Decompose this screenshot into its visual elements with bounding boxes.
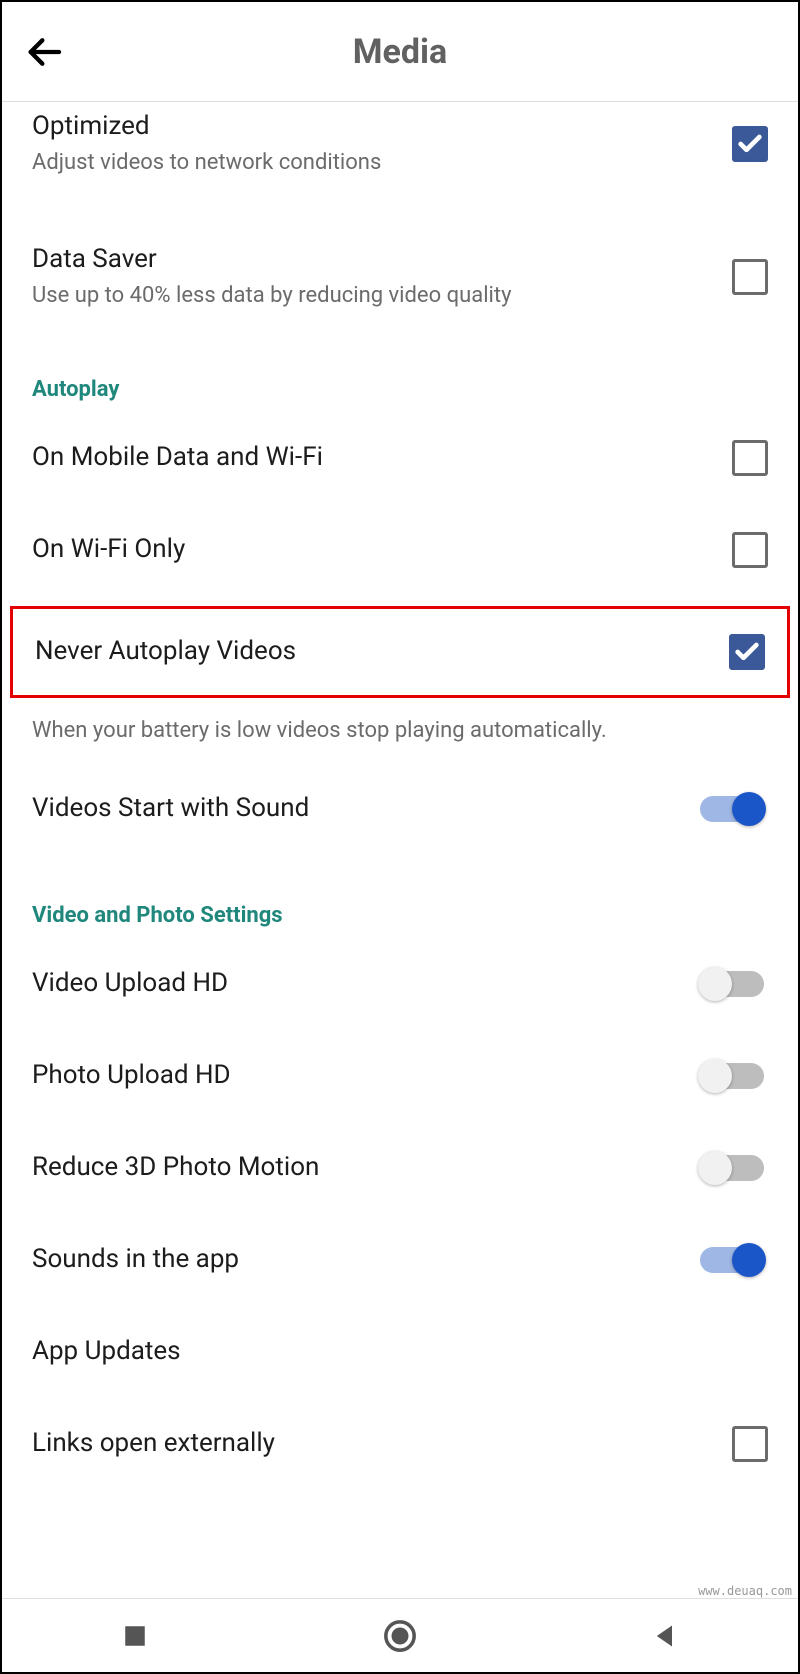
row-on-wifi-only[interactable]: On Wi-Fi Only	[2, 504, 798, 596]
checkbox-data-saver[interactable]	[732, 259, 768, 295]
row-subtitle: Adjust videos to network conditions	[32, 148, 712, 178]
row-title: Videos Start with Sound	[32, 792, 676, 826]
checkbox-never-autoplay[interactable]	[729, 634, 765, 670]
square-icon	[122, 1623, 148, 1649]
toggle-video-upload-hd[interactable]	[696, 965, 768, 1003]
row-subtitle: Use up to 40% less data by reducing vide…	[32, 281, 712, 311]
row-photo-upload-hd[interactable]: Photo Upload HD	[2, 1030, 798, 1122]
system-navbar	[2, 1598, 798, 1672]
circle-icon	[383, 1619, 417, 1653]
row-title: App Updates	[32, 1335, 748, 1369]
section-autoplay: Autoplay	[2, 359, 798, 412]
row-title: Optimized	[32, 110, 712, 144]
back-button[interactable]	[20, 28, 68, 76]
watermark: www.deuaq.com	[698, 1584, 792, 1598]
toggle-videos-sound[interactable]	[696, 790, 768, 828]
row-title: Reduce 3D Photo Motion	[32, 1151, 676, 1185]
checkbox-on-wifi-only[interactable]	[732, 532, 768, 568]
checkbox-optimized[interactable]	[732, 126, 768, 162]
row-title: On Wi-Fi Only	[32, 533, 712, 567]
triangle-back-icon	[651, 1622, 679, 1650]
checkbox-links-external[interactable]	[732, 1426, 768, 1462]
row-never-autoplay[interactable]: Never Autoplay Videos	[10, 606, 790, 698]
row-sounds-in-app[interactable]: Sounds in the app	[2, 1214, 798, 1306]
checkbox-on-mobile-wifi[interactable]	[732, 440, 768, 476]
row-data-saver[interactable]: Data Saver Use up to 40% less data by re…	[2, 225, 798, 328]
settings-list: Optimized Adjust videos to network condi…	[2, 102, 798, 1490]
check-icon	[733, 638, 761, 666]
nav-back-button[interactable]	[641, 1612, 689, 1660]
autoplay-battery-info: When your battery is low videos stop pla…	[2, 698, 798, 763]
toggle-photo-upload-hd[interactable]	[696, 1057, 768, 1095]
row-reduce-3d[interactable]: Reduce 3D Photo Motion	[2, 1122, 798, 1214]
row-title: Photo Upload HD	[32, 1059, 676, 1093]
check-icon	[736, 130, 764, 158]
toggle-reduce-3d[interactable]	[696, 1149, 768, 1187]
app-header: Media	[2, 2, 798, 102]
nav-home-button[interactable]	[376, 1612, 424, 1660]
row-title: Data Saver	[32, 243, 712, 277]
row-title: Links open externally	[32, 1427, 712, 1461]
row-videos-sound[interactable]: Videos Start with Sound	[2, 763, 798, 855]
page-title: Media	[2, 32, 798, 72]
row-title: Video Upload HD	[32, 967, 676, 1001]
row-title: Sounds in the app	[32, 1243, 676, 1277]
nav-recent-button[interactable]	[111, 1612, 159, 1660]
back-arrow-icon	[24, 32, 64, 72]
row-optimized[interactable]: Optimized Adjust videos to network condi…	[2, 102, 798, 195]
row-links-external[interactable]: Links open externally	[2, 1398, 798, 1490]
row-app-updates[interactable]: App Updates	[2, 1306, 798, 1398]
row-video-upload-hd[interactable]: Video Upload HD	[2, 938, 798, 1030]
toggle-sounds-in-app[interactable]	[696, 1241, 768, 1279]
row-title: Never Autoplay Videos	[35, 635, 709, 669]
row-title: On Mobile Data and Wi-Fi	[32, 441, 712, 475]
section-video-photo: Video and Photo Settings	[2, 885, 798, 938]
row-on-mobile-wifi[interactable]: On Mobile Data and Wi-Fi	[2, 412, 798, 504]
